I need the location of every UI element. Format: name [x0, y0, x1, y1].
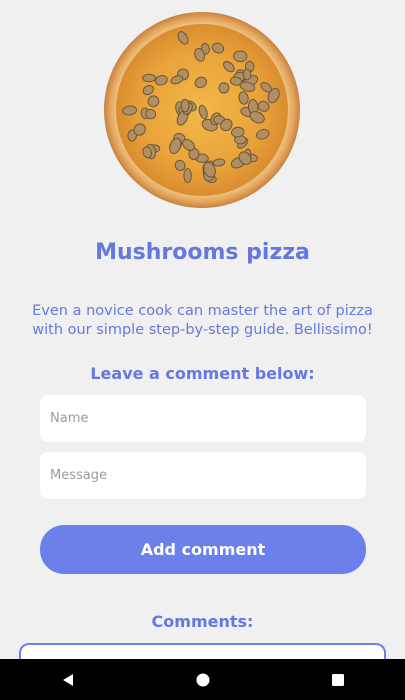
add-comment-label: Add comment	[140, 540, 266, 559]
pizza-illustration	[104, 12, 300, 208]
message-placeholder: Message	[50, 468, 107, 483]
recipe-screen: ˚˚ Mushrooms pizza Even a novice cook ca	[0, 0, 405, 700]
pizza-image	[103, 11, 301, 209]
mushroom-slice	[242, 68, 252, 81]
mushroom-slice	[142, 73, 157, 83]
back-triangle-icon[interactable]	[43, 659, 93, 700]
mushroom-slice	[233, 50, 248, 63]
message-input[interactable]: Message	[40, 452, 366, 499]
recents-square-icon[interactable]	[313, 659, 363, 700]
name-input[interactable]: Name	[40, 395, 366, 442]
comment-form-heading: Leave a comment below:	[90, 364, 315, 383]
mushroom-slice	[218, 82, 230, 94]
home-circle-icon[interactable]	[178, 659, 228, 700]
mushroom-slice	[183, 168, 192, 184]
add-comment-button[interactable]: Add comment	[40, 525, 366, 574]
mushroom-slice	[180, 98, 190, 113]
system-navigation-bar	[0, 659, 405, 700]
name-placeholder: Name	[50, 411, 89, 426]
top-overflow-glyph: ˚˚	[20, 0, 38, 13]
recipe-title: Mushrooms pizza	[95, 240, 310, 265]
recipe-description: Even a novice cook can master the art of…	[32, 303, 373, 338]
comments-heading: Comments:	[151, 612, 254, 631]
